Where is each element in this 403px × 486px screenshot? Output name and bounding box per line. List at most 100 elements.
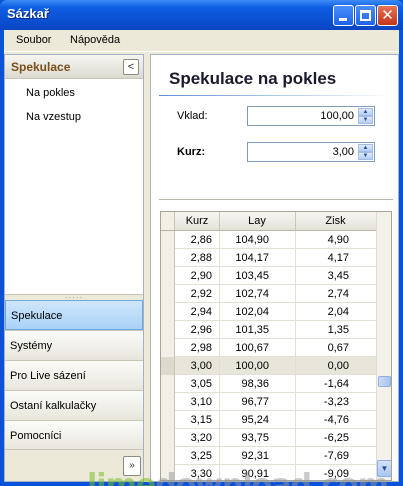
nav-button-systemy[interactable]: Systémy: [5, 330, 143, 360]
column-divider: [219, 339, 220, 357]
row-header[interactable]: [161, 357, 175, 375]
cell-zisk: 4,17: [327, 252, 349, 264]
vklad-input[interactable]: 100,00 ▲ ▼: [247, 106, 375, 126]
column-divider: [295, 411, 296, 429]
table-row[interactable]: 2,88 104,17 4,17: [161, 249, 376, 267]
column-divider: [295, 339, 296, 357]
navigation-pane: Spekulace < Na pokles Na vzestup ····· S…: [4, 54, 144, 482]
column-divider: [295, 429, 296, 447]
column-divider: [219, 411, 220, 429]
cell-zisk: 0,00: [327, 360, 349, 372]
row-header[interactable]: [161, 429, 175, 447]
spin-down-icon[interactable]: ▼: [358, 152, 373, 160]
table-row[interactable]: 2,98 100,67 0,67: [161, 339, 376, 357]
table-row[interactable]: 2,94 102,04 2,04: [161, 303, 376, 321]
column-divider: [295, 321, 296, 339]
collapse-pane-button[interactable]: <: [123, 59, 139, 75]
close-button[interactable]: ✕: [377, 5, 398, 26]
row-header[interactable]: [161, 339, 175, 357]
column-divider: [295, 249, 296, 267]
cell-kurz: 3,10: [190, 396, 212, 408]
table-row[interactable]: 3,20 93,75 -6,25: [161, 429, 376, 447]
column-divider: [295, 357, 296, 375]
cell-zisk: -6,25: [323, 432, 349, 444]
cell-kurz: 2,94: [190, 306, 212, 318]
kurz-input[interactable]: 3,00 ▲ ▼: [247, 142, 375, 162]
cell-lay: 93,75: [241, 432, 269, 444]
row-header[interactable]: [161, 249, 175, 267]
nav-button-label: Pro Live sázení: [10, 370, 86, 382]
cell-kurz: 3,20: [190, 432, 212, 444]
minimize-button[interactable]: [333, 5, 354, 26]
table-row[interactable]: 2,96 101,35 1,35: [161, 321, 376, 339]
nav-button-pro-live-sazeni[interactable]: Pro Live sázení: [5, 360, 143, 390]
column-divider: [295, 267, 296, 285]
column-header-zisk[interactable]: Zisk: [295, 215, 376, 227]
cell-zisk: -3,23: [323, 396, 349, 408]
column-divider: [295, 393, 296, 411]
column-divider: [295, 375, 296, 393]
row-header[interactable]: [161, 393, 175, 411]
column-header-kurz[interactable]: Kurz: [175, 215, 219, 227]
nav-button-pomocnici[interactable]: Pomocníci: [5, 420, 143, 450]
kurz-label: Kurz:: [177, 146, 206, 158]
column-divider: [219, 303, 220, 321]
nav-button-spekulace[interactable]: Spekulace: [5, 300, 143, 330]
row-header[interactable]: [161, 411, 175, 429]
corner-cell: [161, 212, 175, 230]
column-divider: [219, 429, 220, 447]
row-header[interactable]: [161, 375, 175, 393]
nav-button-label: Ostaní kalkulačky: [10, 400, 97, 412]
cell-lay: 95,24: [241, 414, 269, 426]
kurz-spinner: ▲ ▼: [358, 144, 373, 160]
column-divider: [295, 447, 296, 465]
row-header[interactable]: [161, 231, 175, 249]
maximize-button[interactable]: [355, 5, 376, 26]
table-row[interactable]: 3,00 100,00 0,00: [161, 357, 376, 375]
column-divider: [219, 249, 220, 267]
row-header[interactable]: [161, 321, 175, 339]
client-area: Soubor Nápověda Spekulace < Na pokles Na…: [4, 30, 399, 486]
vklad-label: Vklad:: [177, 110, 208, 122]
cell-lay: 103,45: [235, 270, 269, 282]
row-header[interactable]: [161, 303, 175, 321]
menu-soubor[interactable]: Soubor: [16, 34, 51, 46]
table-row[interactable]: 3,10 96,77 -3,23: [161, 393, 376, 411]
row-header[interactable]: [161, 267, 175, 285]
cell-zisk: 1,35: [327, 324, 349, 336]
spin-down-icon[interactable]: ▼: [358, 116, 373, 124]
row-header[interactable]: [161, 447, 175, 465]
spin-up-icon[interactable]: ▲: [358, 108, 373, 116]
link-na-pokles[interactable]: Na pokles: [26, 87, 75, 99]
column-divider: [219, 285, 220, 303]
cell-zisk: -1,64: [323, 378, 349, 390]
results-table: Kurz Lay Zisk 2,86 104,90 4,90 2,88 104,17 4,…: [160, 211, 392, 481]
link-na-vzestup[interactable]: Na vzestup: [26, 111, 81, 123]
table-row[interactable]: 2,92 102,74 2,74: [161, 285, 376, 303]
cell-lay: 98,36: [241, 378, 269, 390]
table-row[interactable]: 2,90 103,45 3,45: [161, 267, 376, 285]
vertical-scrollbar[interactable]: ▼: [376, 212, 391, 480]
minimize-icon: [339, 18, 347, 21]
spin-up-icon[interactable]: ▲: [358, 144, 373, 152]
column-divider: [219, 321, 220, 339]
nav-pane-title: Spekulace: [11, 60, 71, 74]
row-header[interactable]: [161, 285, 175, 303]
close-icon: ✕: [381, 6, 394, 24]
kurz-value: 3,00: [332, 146, 354, 158]
nav-button-ostani-kalkulacky[interactable]: Ostaní kalkulačky: [5, 390, 143, 420]
table-row[interactable]: 3,25 92,31 -7,69: [161, 447, 376, 465]
table-row[interactable]: 2,86 104,90 4,90: [161, 231, 376, 249]
table-row[interactable]: 3,15 95,24 -4,76: [161, 411, 376, 429]
maximize-icon: [360, 10, 371, 21]
table-header: Kurz Lay Zisk: [161, 212, 376, 231]
title-bar[interactable]: Sázkař ✕: [0, 0, 403, 30]
menu-napoveda[interactable]: Nápověda: [70, 34, 120, 46]
watermark-part1: lime: [87, 468, 156, 486]
page-title: Spekulace na pokles: [169, 69, 337, 88]
cell-zisk: 2,04: [327, 306, 349, 318]
scroll-thumb[interactable]: [378, 376, 391, 387]
cell-lay: 102,74: [235, 288, 269, 300]
column-header-lay[interactable]: Lay: [219, 215, 295, 227]
table-row[interactable]: 3,05 98,36 -1,64: [161, 375, 376, 393]
